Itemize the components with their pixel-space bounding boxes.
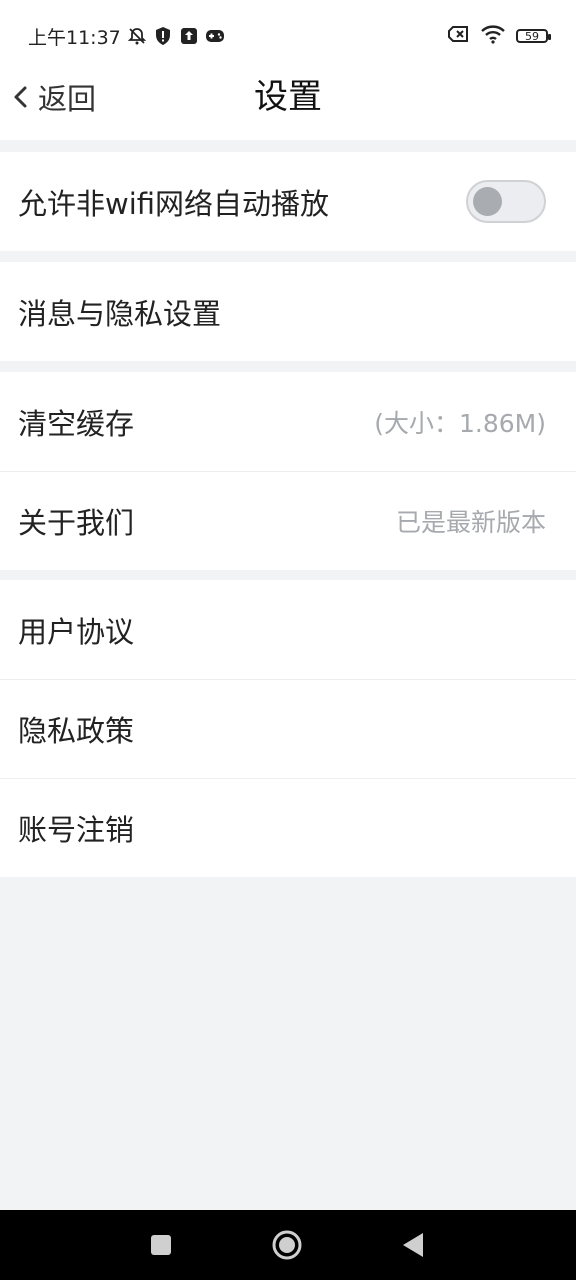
shield-alert-icon — [153, 26, 173, 46]
status-bar: 上午11:37 59 — [0, 0, 576, 72]
autoplay-label: 允许非wifi网络自动播放 — [18, 186, 330, 221]
settings-group-privacy: 消息与隐私设置 — [0, 262, 576, 361]
bell-off-icon — [127, 26, 147, 46]
recents-button[interactable] — [146, 1230, 176, 1260]
about-label: 关于我们 — [18, 506, 135, 540]
status-time: 上午11:37 — [28, 26, 121, 49]
wifi-icon — [480, 24, 506, 48]
setting-row-about[interactable]: 关于我们 已是最新版本 — [0, 471, 576, 570]
header-bar: 返回 设置 — [0, 72, 576, 140]
battery-level: 59 — [525, 29, 539, 43]
privacy-policy-label: 隐私政策 — [18, 714, 135, 748]
system-nav-bar — [0, 1210, 576, 1280]
cache-size-value: (大小：1.86M) — [374, 408, 546, 438]
setting-row-privacy-policy[interactable]: 隐私政策 — [0, 679, 576, 778]
settings-group-app: 清空缓存 (大小：1.86M) 关于我们 已是最新版本 — [0, 372, 576, 570]
setting-row-autoplay: 允许非wifi网络自动播放 — [0, 152, 576, 251]
upload-icon — [179, 26, 199, 46]
home-icon — [272, 1230, 302, 1260]
back-nav-button[interactable] — [398, 1230, 428, 1260]
account-cancel-label: 账号注销 — [18, 813, 135, 847]
home-button[interactable] — [272, 1230, 302, 1260]
toggle-knob — [473, 187, 502, 216]
status-left: 上午11:37 — [28, 24, 225, 49]
sim-error-icon — [448, 25, 470, 47]
gamepad-icon — [205, 26, 225, 46]
setting-row-clear-cache[interactable]: 清空缓存 (大小：1.86M) — [0, 372, 576, 471]
setting-row-privacy[interactable]: 消息与隐私设置 — [0, 262, 576, 361]
user-agreement-label: 用户协议 — [18, 614, 135, 649]
recents-icon — [151, 1235, 171, 1255]
version-status-value: 已是最新版本 — [395, 508, 546, 537]
page-title: 设置 — [254, 77, 322, 117]
settings-group-playback: 允许非wifi网络自动播放 — [0, 152, 576, 251]
setting-row-user-agreement[interactable]: 用户协议 — [0, 580, 576, 679]
setting-row-account-cancel[interactable]: 账号注销 — [0, 778, 576, 877]
status-right: 59 — [448, 24, 551, 48]
back-triangle-icon — [403, 1233, 423, 1257]
privacy-settings-label: 消息与隐私设置 — [18, 296, 222, 331]
autoplay-toggle[interactable] — [466, 180, 546, 223]
settings-group-legal: 用户协议 隐私政策 账号注销 — [0, 580, 576, 877]
battery-icon: 59 — [516, 29, 551, 43]
clear-cache-label: 清空缓存 — [18, 406, 135, 441]
